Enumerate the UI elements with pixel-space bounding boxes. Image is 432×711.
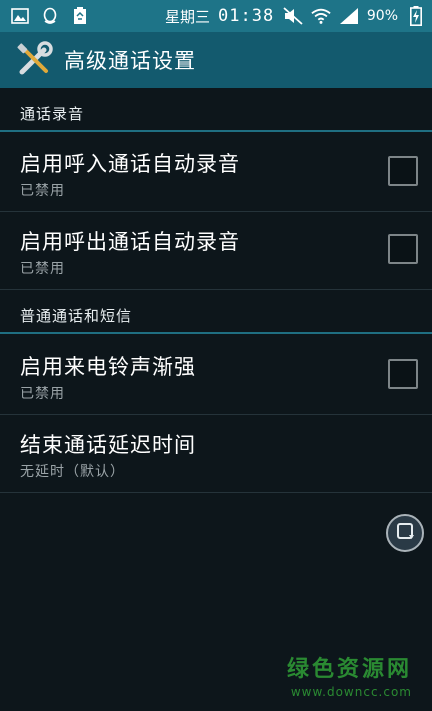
section-header-calls-and-sms: 普通通话和短信 bbox=[0, 290, 432, 334]
recycle-icon bbox=[70, 7, 90, 25]
rotate-screen-icon bbox=[395, 521, 415, 545]
section-header-label: 通话录音 bbox=[20, 105, 85, 123]
battery-charging-icon bbox=[406, 6, 426, 26]
page-title: 高级通话设置 bbox=[64, 49, 196, 73]
auto-record-outgoing-checkbox[interactable] bbox=[388, 234, 418, 264]
setting-title: 结束通话延迟时间 bbox=[20, 433, 196, 457]
rotate-screen-button[interactable] bbox=[386, 514, 424, 552]
status-bar: 星期三 01:38 90% bbox=[0, 0, 432, 32]
status-weekday: 星期三 bbox=[165, 7, 211, 26]
image-icon bbox=[10, 7, 30, 25]
setting-summary: 无延时（默认） bbox=[20, 464, 125, 480]
increasing-ringtone-checkbox[interactable] bbox=[388, 359, 418, 389]
setting-end-call-delay[interactable]: 结束通话延迟时间 无延时（默认） bbox=[0, 415, 432, 493]
wifi-icon bbox=[311, 7, 331, 25]
watermark-url: www.downcc.com bbox=[290, 685, 412, 699]
setting-title: 启用呼入通话自动录音 bbox=[20, 152, 240, 176]
tools-icon[interactable] bbox=[14, 40, 54, 80]
section-header-call-recording: 通话录音 bbox=[0, 88, 432, 132]
setting-summary: 已禁用 bbox=[20, 386, 65, 402]
auto-record-incoming-checkbox[interactable] bbox=[388, 156, 418, 186]
watermark: 绿色资源网 www.downcc.com bbox=[287, 651, 412, 699]
setting-auto-record-outgoing[interactable]: 启用呼出通话自动录音 已禁用 bbox=[0, 212, 432, 290]
setting-increasing-ringtone[interactable]: 启用来电铃声渐强 已禁用 bbox=[0, 337, 432, 415]
setting-summary: 已禁用 bbox=[20, 183, 65, 199]
qq-icon bbox=[40, 7, 60, 25]
section-header-label: 普通通话和短信 bbox=[20, 307, 133, 325]
setting-auto-record-incoming[interactable]: 启用呼入通话自动录音 已禁用 bbox=[0, 134, 432, 212]
signal-icon bbox=[339, 7, 359, 25]
setting-title: 启用呼出通话自动录音 bbox=[20, 230, 240, 254]
setting-summary: 已禁用 bbox=[20, 261, 65, 277]
watermark-text: 绿色资源网 bbox=[286, 657, 412, 682]
status-time: 01:38 bbox=[218, 6, 275, 26]
setting-title: 启用来电铃声渐强 bbox=[20, 355, 196, 379]
app-bar: 高级通话设置 bbox=[0, 32, 432, 88]
mute-icon bbox=[283, 7, 303, 25]
battery-percent: 90% bbox=[366, 8, 398, 24]
